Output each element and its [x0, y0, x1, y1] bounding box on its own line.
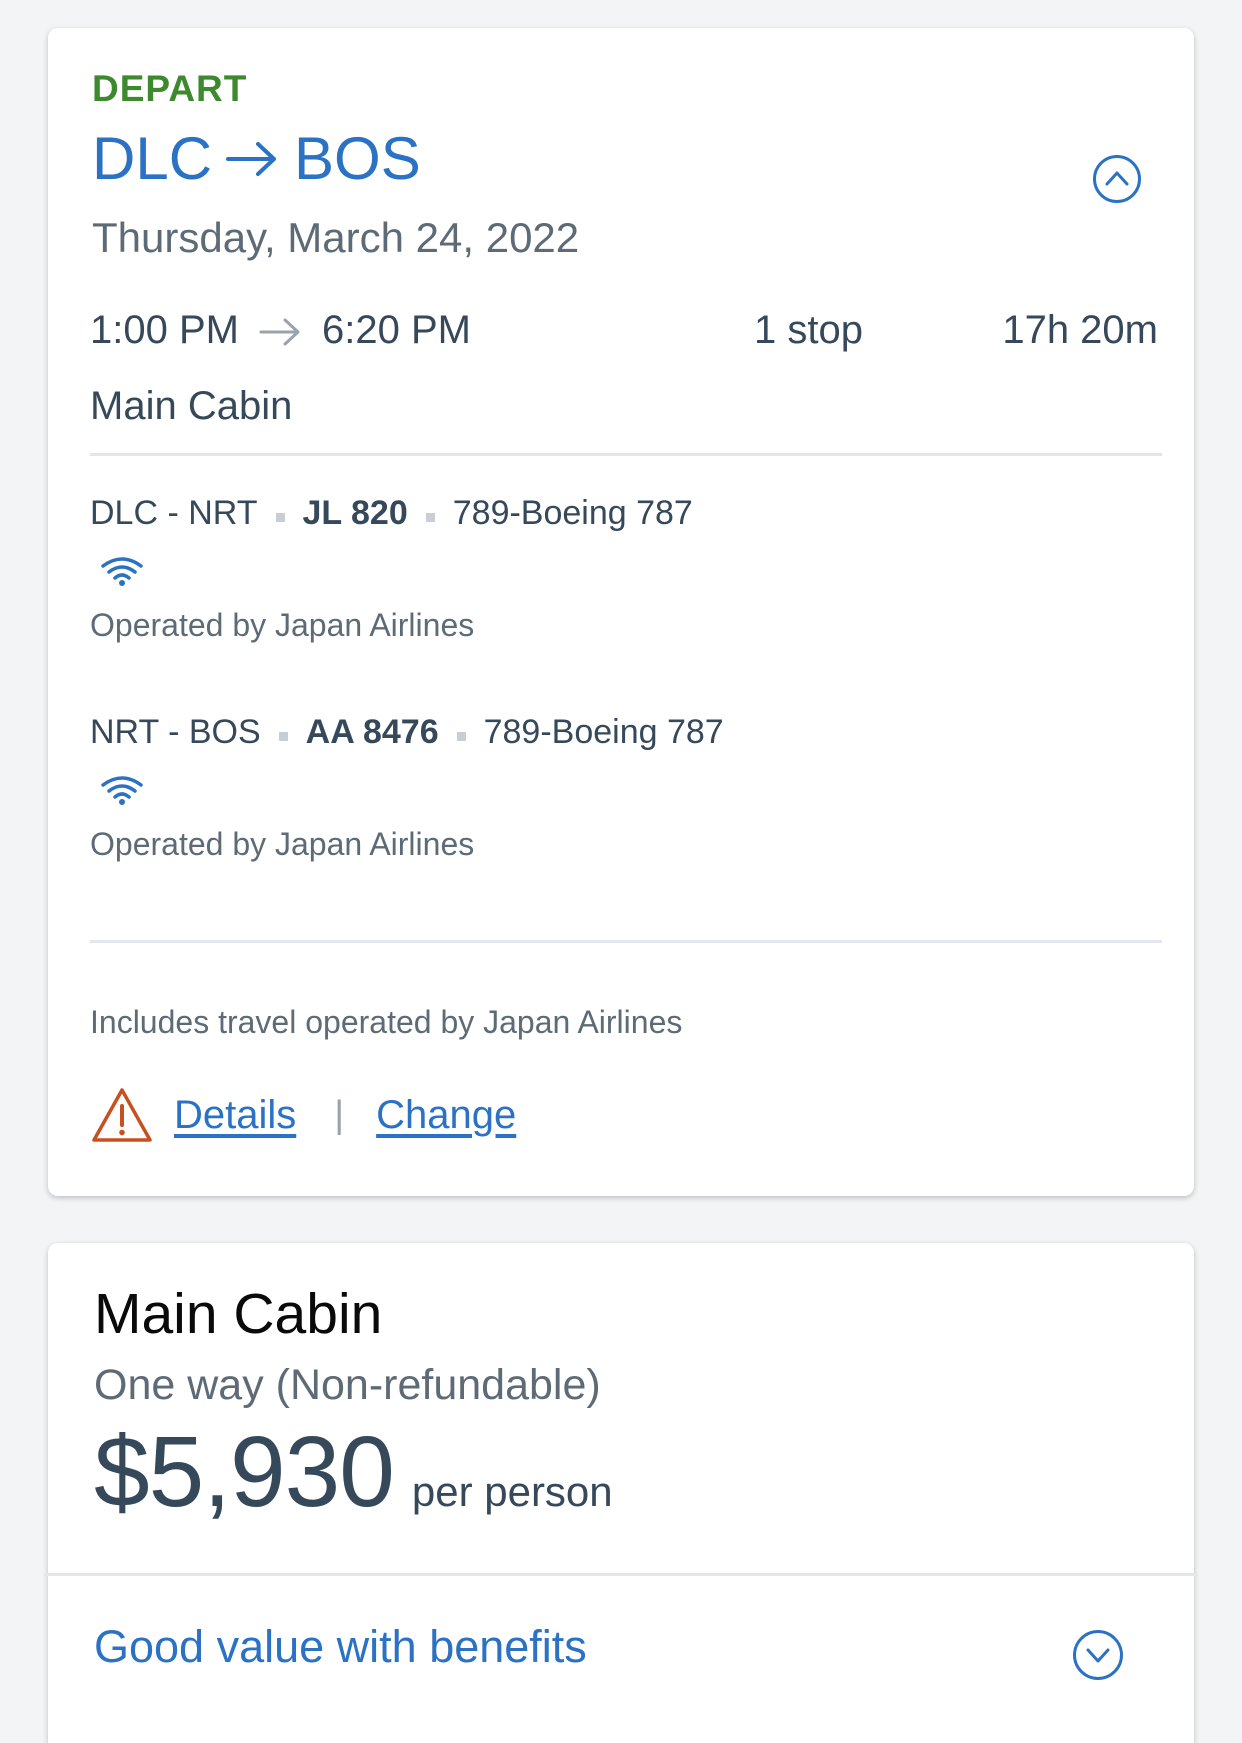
flight-card: DEPART DLC BOS Thursday, March 24, 2022 … — [48, 28, 1194, 1196]
wifi-icon — [100, 555, 144, 587]
fare-title: Main Cabin — [94, 1282, 383, 1346]
depart-time: 1:00 PM — [90, 308, 239, 352]
depart-label: DEPART — [92, 68, 248, 109]
aircraft-type: 789-Boeing 787 — [483, 713, 724, 751]
arrive-time: 6:20 PM — [322, 308, 471, 352]
cabin-class: Main Cabin — [90, 384, 293, 428]
price-amount: $5,930 — [94, 1416, 395, 1528]
actions-row: Details | Change — [90, 1080, 516, 1150]
arrow-right-icon — [224, 139, 280, 179]
fare-card: Main Cabin One way (Non-refundable) $5,9… — [44, 1243, 1198, 1743]
collapse-chevron-up-icon[interactable] — [1092, 154, 1142, 204]
time-arrow-icon — [258, 314, 302, 359]
expand-chevron-down-icon[interactable] — [1072, 1629, 1124, 1681]
destination-code: BOS — [294, 125, 421, 192]
segment-2: NRT - BOS AA 8476 789-Boeing 787 Operate… — [90, 713, 1158, 863]
origin-code: DLC — [92, 125, 213, 192]
aircraft-type: 789-Boeing 787 — [452, 494, 693, 532]
link-separator: | — [334, 1093, 345, 1136]
change-link[interactable]: Change — [376, 1093, 516, 1138]
operated-by: Operated by Japan Airlines — [90, 826, 475, 862]
wifi-icon — [100, 774, 144, 806]
stops-count: 1 stop — [754, 308, 863, 352]
divider — [90, 940, 1162, 943]
warning-icon — [90, 1085, 154, 1145]
segment-route: NRT - BOS — [90, 713, 261, 751]
divider — [44, 1573, 1198, 1576]
includes-note: Includes travel operated by Japan Airlin… — [90, 1004, 683, 1040]
separator-dot — [275, 513, 285, 522]
flight-number: AA 8476 — [305, 713, 439, 751]
flight-number: JL 820 — [302, 494, 408, 532]
separator-dot — [425, 513, 435, 522]
separator-dot — [278, 732, 288, 741]
fare-subtitle: One way (Non-refundable) — [94, 1361, 601, 1409]
price-unit: per person — [411, 1468, 613, 1515]
segment-1: DLC - NRT JL 820 789-Boeing 787 Operated… — [90, 494, 1158, 644]
details-link[interactable]: Details — [174, 1093, 296, 1138]
divider — [90, 453, 1162, 456]
segment-route: DLC - NRT — [90, 494, 258, 532]
benefits-toggle[interactable]: Good value with benefits — [94, 1621, 587, 1673]
operated-by: Operated by Japan Airlines — [90, 607, 475, 643]
flight-date: Thursday, March 24, 2022 — [92, 214, 580, 261]
time-row: 1:00 PM 6:20 PM 1 stop 17h 20m — [90, 308, 1158, 368]
trip-duration: 17h 20m — [1002, 308, 1158, 352]
fare-price: $5,930 per person — [94, 1415, 613, 1530]
route-title: DLC BOS — [92, 124, 421, 193]
separator-dot — [456, 732, 466, 741]
